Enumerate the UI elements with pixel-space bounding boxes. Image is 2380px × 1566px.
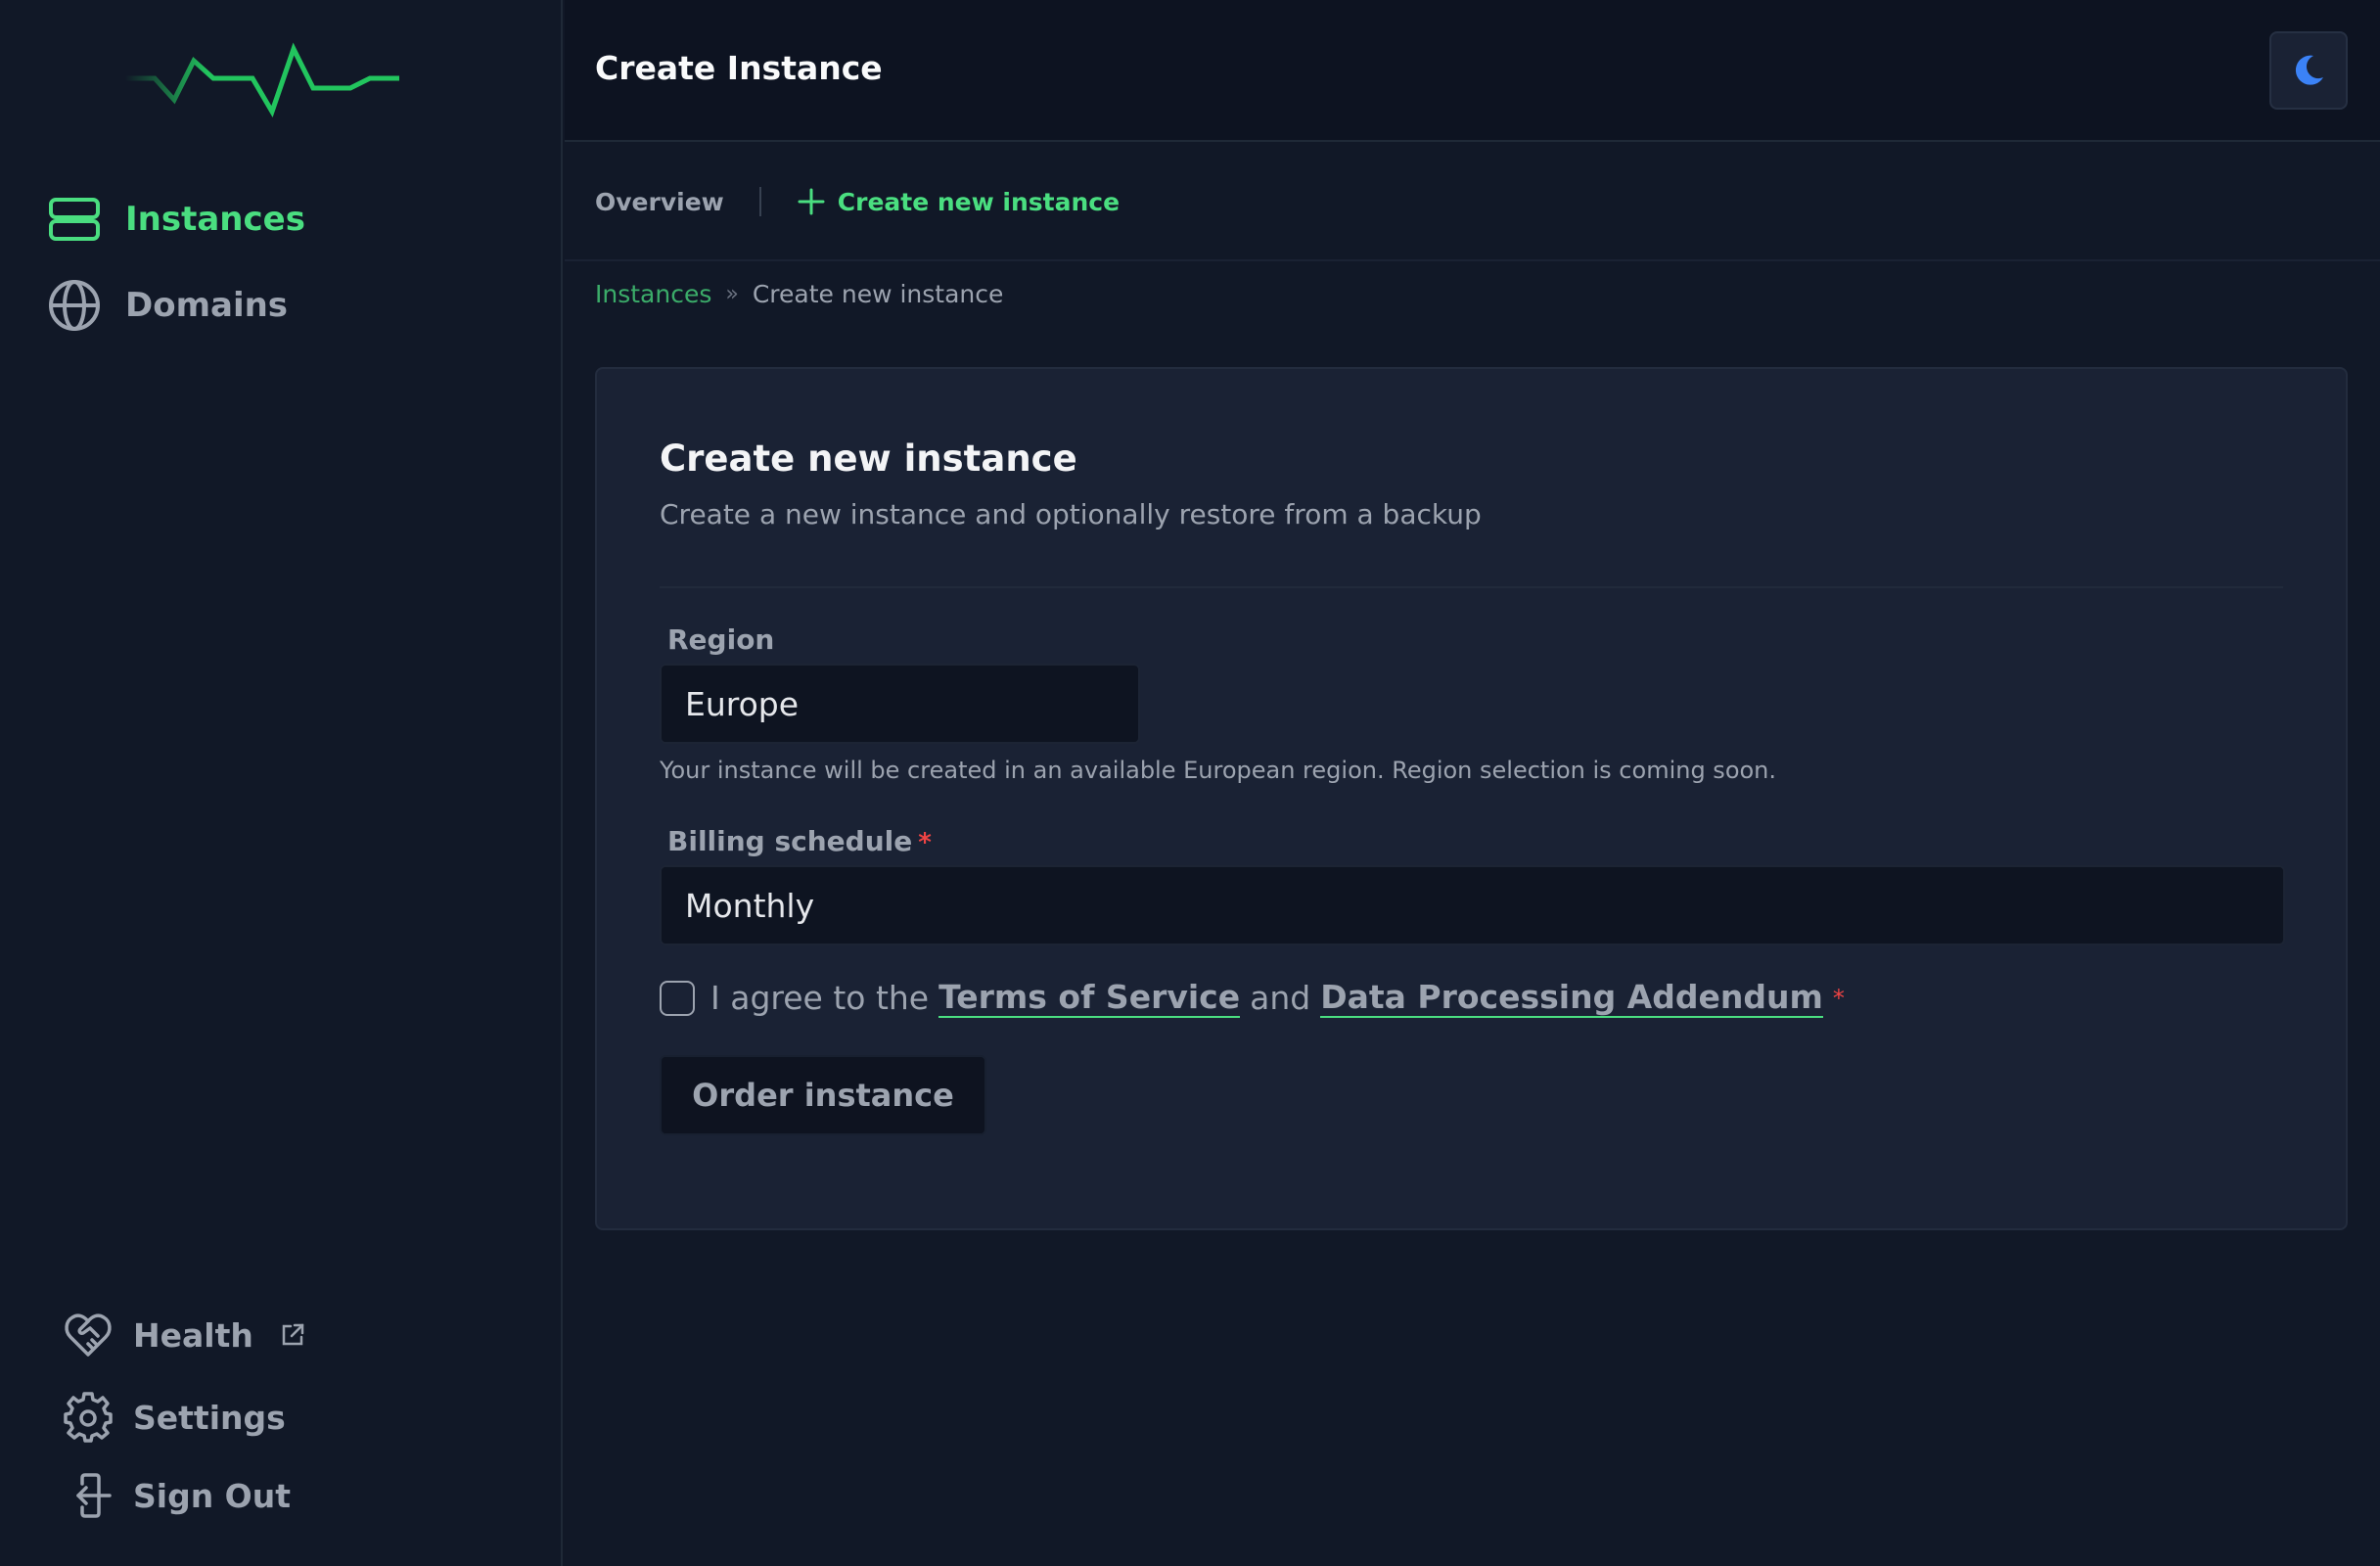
billing-label-text: Billing schedule <box>667 825 913 857</box>
terms-of-service-link[interactable]: Terms of Service <box>938 978 1241 1018</box>
plus-icon <box>798 188 825 215</box>
sign-out-icon <box>76 1473 112 1518</box>
sub-navigation: Overview Create new instance <box>565 144 2380 261</box>
sidebar-item-health[interactable]: Health <box>63 1304 306 1366</box>
breadcrumb-current: Create new instance <box>752 280 1004 308</box>
sidebar-item-instances[interactable]: Instances <box>47 188 305 251</box>
data-processing-addendum-link[interactable]: Data Processing Addendum <box>1320 978 1823 1018</box>
tab-create-new-instance[interactable]: Create new instance <box>797 187 1120 216</box>
create-instance-card: Create new instance Create a new instanc… <box>595 367 2348 1230</box>
server-icon <box>49 198 100 241</box>
sidebar-item-label: Settings <box>133 1398 286 1437</box>
sidebar-item-sign-out[interactable]: Sign Out <box>63 1464 291 1527</box>
card-subtitle: Create a new instance and optionally res… <box>660 498 1482 530</box>
breadcrumb: Instances » Create new instance <box>595 280 1003 308</box>
tab-overview[interactable]: Overview <box>595 188 724 216</box>
moon-icon <box>2295 55 2323 85</box>
globe-icon <box>49 280 100 331</box>
agree-prefix: I agree to the <box>710 979 930 1017</box>
agree-and: and <box>1250 979 1311 1017</box>
subnav-divider <box>758 187 761 216</box>
breadcrumb-link-instances[interactable]: Instances <box>595 280 711 308</box>
agree-checkbox[interactable] <box>660 980 695 1016</box>
top-bar: Create Instance <box>565 0 2380 142</box>
sidebar-item-label: Health <box>133 1315 253 1355</box>
breadcrumb-separator: » <box>725 282 739 306</box>
sidebar: Instances Domains Health Settings Sign O… <box>0 0 563 1566</box>
region-field[interactable]: Europe <box>660 664 1140 744</box>
required-marker: * <box>918 828 932 857</box>
region-value: Europe <box>685 684 800 723</box>
main-content: Create Instance Overview Create new inst… <box>565 0 2380 1566</box>
page-title: Create Instance <box>595 49 883 87</box>
divider <box>660 586 2283 588</box>
order-instance-button[interactable]: Order instance <box>660 1055 986 1135</box>
card-title: Create new instance <box>660 438 1077 480</box>
external-link-icon <box>282 1323 304 1346</box>
sidebar-item-label: Domains <box>125 286 289 325</box>
region-hint: Your instance will be created in an avai… <box>660 757 1777 784</box>
sidebar-item-label: Sign Out <box>133 1476 292 1515</box>
region-label: Region <box>667 623 775 656</box>
gear-icon <box>64 1392 113 1443</box>
theme-toggle-button[interactable] <box>2269 31 2348 110</box>
billing-schedule-select[interactable]: Monthly <box>660 865 2285 945</box>
billing-value: Monthly <box>685 886 815 925</box>
sidebar-item-settings[interactable]: Settings <box>63 1386 286 1449</box>
sidebar-item-domains[interactable]: Domains <box>47 274 288 337</box>
sidebar-item-label: Instances <box>125 200 305 239</box>
required-marker: * <box>1832 984 1845 1012</box>
billing-label: Billing schedule * <box>667 825 932 857</box>
pulse-logo-icon[interactable] <box>125 41 399 119</box>
heart-handshake-icon <box>65 1313 112 1357</box>
tab-label: Create new instance <box>837 187 1121 216</box>
agreement-row: I agree to the Terms of Service and Data… <box>660 978 1845 1018</box>
